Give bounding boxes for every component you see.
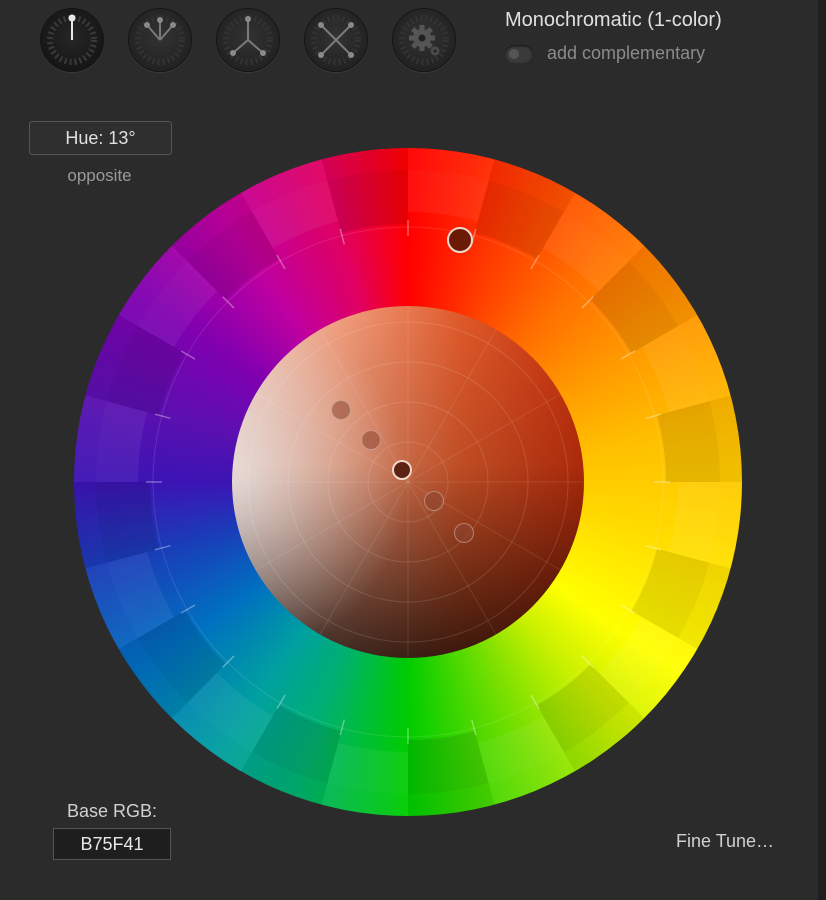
base-rgb-value: B75F41: [80, 834, 144, 854]
base-rgb-label: Base RGB:: [66, 801, 158, 821]
shade-point-lightest[interactable]: [331, 400, 351, 420]
color-wheel-container: [74, 148, 742, 816]
complementary-label[interactable]: add complementary: [547, 43, 705, 64]
split-mode-icon: [223, 15, 273, 65]
monochromatic-mode-icon: [47, 14, 97, 65]
shade-point-dark[interactable]: [424, 491, 444, 511]
custom-mode-gear-icon: [399, 15, 449, 65]
shade-point-darkest[interactable]: [454, 523, 474, 543]
fine-tune-link[interactable]: Fine Tune…: [676, 831, 774, 852]
tetrad-mode-icon: [311, 15, 361, 65]
tetrad-mode-button[interactable]: [304, 8, 368, 72]
toggle-knob: [509, 49, 519, 59]
hue-label: Hue: 13°: [65, 128, 136, 148]
split-mode-button[interactable]: [216, 8, 280, 72]
hue-marker[interactable]: [447, 227, 473, 253]
scheme-title: Monochromatic (1-color): [505, 9, 722, 31]
custom-mode-button[interactable]: [392, 8, 456, 72]
shade-point-light[interactable]: [361, 430, 381, 450]
saturation-brightness-disc[interactable]: [232, 306, 584, 658]
triad-mode-button[interactable]: [128, 8, 192, 72]
complementary-toggle[interactable]: [505, 45, 533, 63]
base-color-point[interactable]: [392, 460, 412, 480]
base-rgb-input[interactable]: B75F41: [53, 828, 171, 860]
panel-edge: [818, 0, 826, 900]
triad-mode-icon: [135, 15, 185, 65]
disc-grid: [232, 306, 584, 658]
monochromatic-mode-button[interactable]: [40, 8, 104, 72]
